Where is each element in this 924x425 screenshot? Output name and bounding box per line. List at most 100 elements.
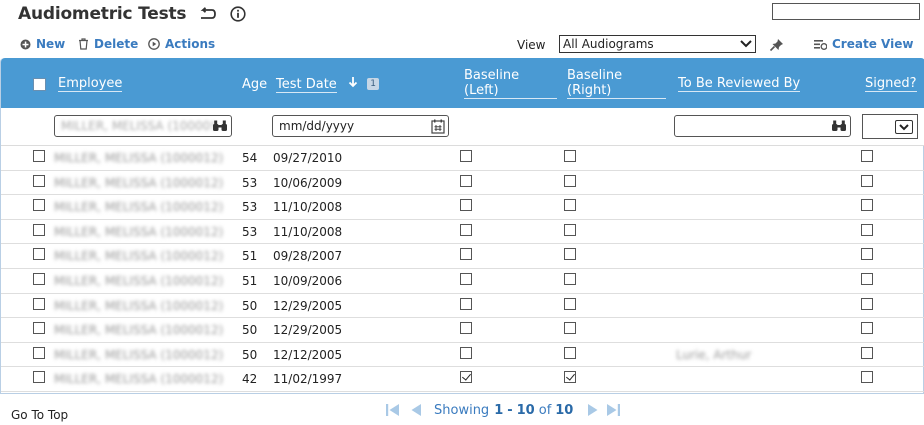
reviewer-filter-input[interactable]: [674, 115, 851, 137]
baseline-left-checkbox: [460, 322, 472, 335]
employee-cell[interactable]: MILLER, MELISSA (1000012): [54, 274, 223, 288]
table-row[interactable]: MILLER, MELISSA (1000012) 50 12/29/2005: [1, 294, 924, 319]
signed-checkbox: [861, 199, 873, 212]
column-employee[interactable]: Employee: [58, 76, 123, 92]
signed-filter-select[interactable]: [862, 114, 918, 139]
info-icon[interactable]: [230, 6, 246, 22]
baseline-left-checkbox: [460, 199, 472, 212]
baseline-left-checkbox: [460, 223, 472, 236]
row-select-checkbox[interactable]: [33, 248, 45, 261]
table-row[interactable]: MILLER, MELISSA (1000012) 42 11/02/1997: [1, 367, 924, 392]
test-date-cell[interactable]: 09/28/2007: [273, 249, 342, 263]
signed-checkbox: [861, 322, 873, 335]
date-filter-input[interactable]: mm/dd/yyyy: [272, 115, 449, 137]
test-date-cell[interactable]: 09/27/2010: [273, 151, 342, 165]
employee-cell[interactable]: MILLER, MELISSA (1000012): [54, 323, 223, 337]
column-signed[interactable]: Signed?: [865, 76, 917, 92]
row-select-checkbox[interactable]: [33, 150, 45, 162]
delete-button[interactable]: Delete: [78, 37, 138, 51]
baseline-left-checkbox: [460, 150, 472, 162]
actions-label: Actions: [165, 37, 216, 51]
employee-cell[interactable]: MILLER, MELISSA (1000012): [54, 348, 223, 362]
table-row[interactable]: MILLER, MELISSA (1000012) 54 09/27/2010: [1, 146, 924, 171]
table-row[interactable]: MILLER, MELISSA (1000012) 53 11/10/2008: [1, 220, 924, 245]
baseline-right-checkbox: [564, 248, 576, 261]
select-all-checkbox[interactable]: [33, 78, 46, 91]
age-cell: 50: [242, 298, 258, 313]
employee-cell[interactable]: MILLER, MELISSA (1000012): [54, 176, 223, 190]
binoculars-icon[interactable]: [831, 119, 847, 136]
signed-checkbox: [861, 223, 873, 236]
employee-cell[interactable]: MILLER, MELISSA (1000012): [54, 299, 223, 313]
test-date-cell[interactable]: 12/29/2005: [273, 323, 342, 337]
actions-button[interactable]: Actions: [148, 37, 215, 51]
audiogram-grid: Employee Age Test Date 1 Baseline (Left)…: [0, 58, 924, 394]
employee-filter-input[interactable]: MILLER, MELISSA (10000!: [54, 115, 232, 137]
employee-cell[interactable]: MILLER, MELISSA (1000012): [54, 200, 223, 214]
first-page-icon[interactable]: [385, 402, 401, 418]
table-row[interactable]: MILLER, MELISSA (1000012) 51 09/28/2007: [1, 244, 924, 269]
employee-cell[interactable]: MILLER, MELISSA (1000012): [54, 249, 223, 263]
table-row[interactable]: MILLER, MELISSA (1000012) 50 12/29/2005: [1, 318, 924, 343]
baseline-left-checkbox: [460, 297, 472, 310]
row-select-checkbox[interactable]: [33, 371, 45, 384]
create-view-label: Create View: [832, 37, 914, 51]
test-date-cell[interactable]: 11/02/1997: [273, 372, 342, 386]
grid-header: Employee Age Test Date 1 Baseline (Left)…: [1, 58, 924, 108]
view-select[interactable]: All Audiograms: [559, 35, 756, 53]
employee-cell[interactable]: MILLER, MELISSA (1000012): [54, 151, 223, 165]
total-count: 10: [555, 402, 574, 418]
table-row[interactable]: MILLER, MELISSA (1000012) 50 12/12/2005 Lur…: [1, 343, 924, 368]
baseline-left-line2: (Left): [464, 83, 557, 99]
create-view-button[interactable]: Create View: [814, 37, 913, 51]
row-select-checkbox[interactable]: [33, 297, 45, 310]
binoculars-icon[interactable]: [212, 119, 228, 136]
baseline-right-checkbox: [564, 297, 576, 310]
page-header: Audiometric Tests: [18, 3, 246, 25]
row-select-checkbox[interactable]: [33, 223, 45, 236]
column-test-date[interactable]: Test Date 1: [276, 76, 380, 93]
new-button[interactable]: New: [20, 37, 65, 51]
column-reviewer[interactable]: To Be Reviewed By: [678, 76, 801, 92]
calendar-icon[interactable]: [431, 119, 445, 136]
age-cell: 42: [242, 372, 258, 387]
employee-cell[interactable]: MILLER, MELISSA (1000012): [54, 372, 223, 386]
test-date-cell[interactable]: 12/29/2005: [273, 299, 342, 313]
next-page-icon[interactable]: [587, 402, 599, 418]
table-row[interactable]: MILLER, MELISSA (1000012) 53 11/10/2008: [1, 195, 924, 220]
employee-cell[interactable]: MILLER, MELISSA (1000012): [54, 225, 223, 239]
row-select-checkbox[interactable]: [33, 199, 45, 212]
range-end: 10: [516, 402, 535, 418]
trash-icon: [79, 38, 88, 50]
age-cell: 51: [242, 274, 258, 288]
age-cell: 53: [242, 224, 258, 239]
baseline-right-checkbox: [564, 346, 576, 359]
quick-search-input[interactable]: [772, 3, 920, 20]
back-arrow-icon[interactable]: [198, 7, 217, 21]
previous-page-icon[interactable]: [410, 402, 422, 418]
go-to-top-link[interactable]: Go To Top: [11, 408, 68, 422]
sort-order-badge: 1: [367, 78, 380, 90]
showing-label: Showing: [434, 402, 490, 418]
test-date-cell[interactable]: 11/10/2008: [273, 225, 342, 239]
row-select-checkbox[interactable]: [33, 174, 45, 187]
row-select-checkbox[interactable]: [33, 273, 45, 285]
test-date-cell[interactable]: 10/09/2006: [273, 274, 342, 288]
table-row[interactable]: MILLER, MELISSA (1000012) 53 10/06/2009: [1, 171, 924, 196]
baseline-left-line1: Baseline: [464, 68, 520, 83]
new-label: New: [36, 37, 66, 51]
table-row[interactable]: MILLER, MELISSA (1000012) 51 10/09/2006: [1, 269, 924, 294]
range-start: 1: [494, 402, 504, 418]
page-title: Audiometric Tests: [18, 4, 187, 24]
view-select-value: All Audiograms: [563, 37, 654, 51]
row-select-checkbox[interactable]: [33, 346, 45, 359]
test-date-cell[interactable]: 11/10/2008: [273, 200, 342, 214]
baseline-left-checkbox: [460, 273, 472, 285]
test-date-cell[interactable]: 12/12/2005: [273, 348, 342, 362]
baseline-right-checkbox: [564, 223, 576, 236]
pin-icon[interactable]: [769, 38, 785, 55]
employee-filter-value: MILLER, MELISSA (10000!: [61, 119, 216, 133]
last-page-icon[interactable]: [605, 402, 621, 418]
test-date-cell[interactable]: 10/06/2009: [273, 176, 342, 190]
row-select-checkbox[interactable]: [33, 322, 45, 335]
